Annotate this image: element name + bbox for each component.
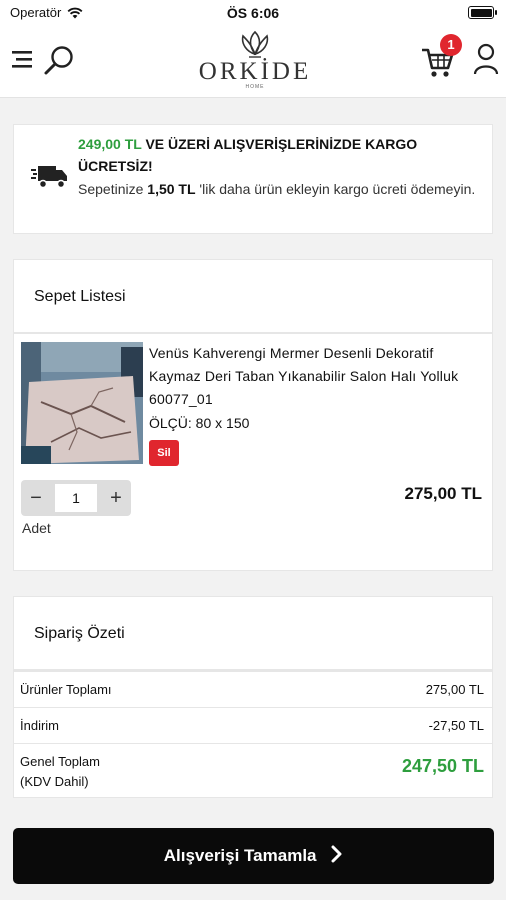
orchid-logo-icon [241,30,269,58]
shipping-message-prefix: Sepetinize [78,181,144,197]
grand-total-label: Genel Toplam (KDV Dahil) [20,752,100,792]
order-summary: Sipariş Özeti Ürünler Toplamı 275,00 TL … [13,596,493,798]
grand-total-label-line1: Genel Toplam [20,754,100,769]
shipping-threshold: 249,00 TL [78,136,142,152]
shipping-headline: 249,00 TL VE ÜZERİ ALIŞVERİŞLERİNİZDE KA… [78,133,486,177]
order-summary-title: Sipariş Özeti [14,597,492,671]
remove-item-button[interactable]: Sil [149,440,179,466]
complete-purchase-label: Alışverişi Tamamla [163,846,317,865]
app-header: ORKİDE HOME 1 [0,26,506,98]
truck-icon [31,166,67,189]
summary-row-products-total: Ürünler Toplamı 275,00 TL [14,671,492,707]
cart-count-badge: 1 [440,34,462,56]
chevron-right-icon [331,845,342,863]
item-price: 275,00 TL [404,484,483,503]
logo-wordmark: ORKİDE [198,58,312,85]
battery-icon [468,6,497,19]
menu-icon [12,51,32,68]
grand-total-label-line2: (KDV Dahil) [20,774,89,789]
cart-button[interactable]: 1 [420,34,464,80]
status-bar: Operatör ÖS 6:06 [0,0,506,26]
cart-list-title: Sepet Listesi [14,260,492,334]
complete-purchase-button[interactable]: Alışverişi Tamamla [13,828,494,884]
search-button[interactable] [42,44,76,78]
cart-list: Sepet Listesi Venüs Kahverengi Mermer De… [13,259,493,571]
product-size: ÖLÇÜ: 80 x 150 [149,415,250,431]
products-total-label: Ürünler Toplamı [20,682,112,697]
product-image[interactable] [21,342,143,464]
free-shipping-banner: 249,00 TL VE ÜZERİ ALIŞVERİŞLERİNİZDE KA… [13,124,493,234]
grand-total-value: 247,50 TL [401,756,484,776]
status-time: ÖS 6:06 [226,5,280,21]
rug-product-photo [21,342,143,464]
summary-row-discount: İndirim -27,50 TL [14,707,492,743]
discount-value: -27,50 TL [428,718,484,733]
decrease-quantity-button[interactable]: − [21,480,51,516]
discount-label: İndirim [20,718,60,733]
menu-button[interactable] [10,46,36,74]
shipping-message: Sepetinize 1,50 TL 'lik daha ürün ekleyi… [78,177,486,202]
products-total-value: 275,00 TL [425,682,484,697]
search-icon [44,46,73,75]
account-button[interactable] [472,42,500,76]
summary-row-grand-total: Genel Toplam (KDV Dahil) 247,50 TL [14,743,492,799]
product-name[interactable]: Venüs Kahverengi Mermer Desenli Dekorati… [149,342,479,411]
quantity-stepper: − 1 + [21,480,131,516]
user-icon [473,43,499,75]
shipping-remaining-amount: 1,50 TL [147,181,196,197]
shipping-message-suffix: 'lik daha ürün ekleyin kargo ücreti ödem… [199,181,476,197]
increase-quantity-button[interactable]: + [101,480,131,516]
quantity-input[interactable]: 1 [55,484,97,512]
quantity-label: Adet [22,520,51,536]
brand-logo[interactable]: ORKİDE HOME [180,30,330,96]
